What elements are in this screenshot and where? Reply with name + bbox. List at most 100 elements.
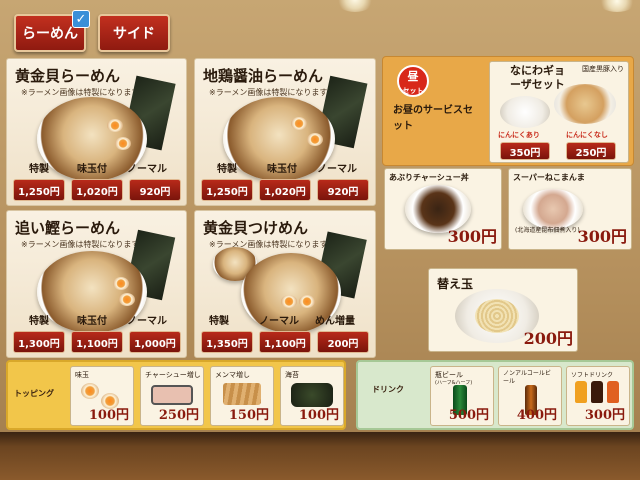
topping-card[interactable]: 味玉 100円 xyxy=(70,366,134,426)
lunch-badge-bottom: セット xyxy=(402,87,424,95)
side-card-chashu-don[interactable]: あぶりチャーシュー丼 300円 xyxy=(384,168,502,250)
egg-image xyxy=(81,383,99,399)
option-label: ノーマル xyxy=(127,316,167,327)
kaedama-card[interactable]: 替え玉 200円 xyxy=(428,268,578,352)
topping-name: メンマ増し xyxy=(215,371,250,379)
price-button[interactable]: 1,000円 xyxy=(129,331,181,353)
topping-price: 100円 xyxy=(298,408,339,423)
price-button[interactable]: 1,250円 xyxy=(201,179,253,201)
price-button[interactable]: 1,100円 xyxy=(259,331,311,353)
price-button[interactable]: 1,300円 xyxy=(13,331,65,353)
topping-price: 250円 xyxy=(158,408,199,423)
kaedama-name: 替え玉 xyxy=(437,277,474,291)
egg-image xyxy=(299,295,315,308)
menu-card-oigatsuo-ramen[interactable]: 追い鰹らーめん ※ラーメン画像は特製になります。 特製 味玉付 ノーマル 1,3… xyxy=(6,210,187,358)
topping-name: 海苔 xyxy=(285,371,299,379)
topping-price: 150円 xyxy=(228,408,269,423)
topping-card[interactable]: チャーシュー増し 250円 xyxy=(140,366,204,426)
option-label: 味玉付 xyxy=(77,316,107,327)
tab-ramen[interactable]: らーめん ✓ xyxy=(14,10,90,52)
tab-side[interactable]: サイド xyxy=(98,14,170,52)
egg-image xyxy=(281,295,297,308)
option-label: ノーマル xyxy=(127,164,167,175)
juice-image xyxy=(607,381,619,403)
price-button[interactable]: 250円 xyxy=(566,142,616,160)
price-button[interactable]: 1,350円 xyxy=(201,331,253,353)
option-label: 味玉付 xyxy=(77,164,107,175)
cola-image xyxy=(591,381,603,403)
drink-price: 300円 xyxy=(584,408,625,423)
gyoza-option: にんにくなし xyxy=(566,131,608,139)
egg-image xyxy=(113,277,129,290)
drink-card[interactable]: 瓶ビール (ハーフ&ハーフ) 500円 xyxy=(430,366,494,426)
topping-name: 味玉 xyxy=(75,371,89,379)
price-button[interactable]: 920円 xyxy=(129,179,181,201)
egg-image xyxy=(107,119,123,132)
side-sub: (北海道産昆布佃煮入り) xyxy=(515,227,580,234)
menu-title: 追い鰹らーめん xyxy=(15,219,121,237)
drink-price: 500円 xyxy=(448,408,489,423)
side-price: 300円 xyxy=(447,227,497,246)
gyoza-badge: 国産黒豚入り xyxy=(582,65,624,73)
menu-title: 黄金貝らーめん xyxy=(15,67,121,85)
gyoza-image xyxy=(554,84,616,124)
option-label: 特製 xyxy=(29,316,49,327)
price-button[interactable]: 1,100円 xyxy=(71,331,123,353)
topping-card[interactable]: 海苔 100円 xyxy=(280,366,344,426)
egg-image xyxy=(307,133,323,146)
noodle-image xyxy=(475,299,519,333)
lunch-badge: 昼 セット xyxy=(397,65,429,97)
kaedama-price: 200円 xyxy=(523,329,573,348)
menu-note: ※ラーメン画像は特製になります。 xyxy=(21,88,147,97)
tab-ramen-label: らーめん xyxy=(22,26,78,42)
menu-title: 地鶏醤油らーめん xyxy=(203,67,324,85)
gyoza-set-card[interactable]: なにわギョーザセット 国産黒豚入り にんにくあり にんにくなし 350円 250… xyxy=(489,61,629,163)
soft-drink-image xyxy=(575,381,587,403)
menma-image xyxy=(223,383,261,405)
price-button[interactable]: 1,020円 xyxy=(259,179,311,201)
menu-card-ogonkai-tsukemen[interactable]: 黄金貝つけめん ※ラーメン画像は特製になります。 特製 ノーマル めん増量 1,… xyxy=(194,210,376,358)
price-button[interactable]: 350円 xyxy=(500,142,550,160)
menu-note: ※ラーメン画像は特製になります。 xyxy=(21,240,147,249)
drink-card[interactable]: ソフトドリンク 300円 xyxy=(566,366,630,426)
side-price: 300円 xyxy=(577,227,627,246)
topping-name: チャーシュー増し xyxy=(145,371,201,379)
menu-card-jidori-shoyu-ramen[interactable]: 地鶏醤油らーめん ※ラーメン画像は特製になります。 特製 味玉付 ノーマル 1,… xyxy=(194,58,376,206)
option-label: 味玉付 xyxy=(267,164,297,175)
checkmark-icon: ✓ xyxy=(72,10,90,28)
light-glare xyxy=(335,0,375,12)
option-label: めん増量 xyxy=(315,316,355,327)
option-label: ノーマル xyxy=(259,316,299,327)
gyoza-option: にんにくあり xyxy=(498,131,540,139)
drink-price: 400円 xyxy=(516,408,557,423)
toppings-panel: トッピング 味玉 100円 チャーシュー増し 250円 メンマ増し 150円 海… xyxy=(6,360,346,430)
topping-price: 100円 xyxy=(88,408,129,423)
menu-card-ogonkai-ramen[interactable]: 黄金貝らーめん ※ラーメン画像は特製になります。 特製 味玉付 ノーマル 1,2… xyxy=(6,58,187,206)
price-button[interactable]: 1,020円 xyxy=(71,179,123,201)
price-button[interactable]: 1,250円 xyxy=(13,179,65,201)
lunch-badge-top: 昼 xyxy=(407,70,419,83)
price-button[interactable]: 920円 xyxy=(317,179,369,201)
lunch-text: お昼のサービスセット xyxy=(393,105,473,132)
drink-card[interactable]: ノンアルコールビール 400円 xyxy=(498,366,562,426)
option-label: 特製 xyxy=(29,164,49,175)
drinks-label: ドリンク xyxy=(372,385,404,394)
side-card-neko-manma[interactable]: スーパーねこまんま (北海道産昆布佃煮入り) 300円 xyxy=(508,168,632,250)
rice-image xyxy=(500,96,550,128)
option-label: ノーマル xyxy=(317,164,357,175)
topping-card[interactable]: メンマ増し 150円 xyxy=(210,366,274,426)
option-label: 特製 xyxy=(209,316,229,327)
price-button[interactable]: 200円 xyxy=(317,331,369,353)
chashu-image xyxy=(151,385,193,405)
gyoza-title: なにわギョーザセット xyxy=(510,64,565,91)
drinks-panel: ドリンク 瓶ビール (ハーフ&ハーフ) 500円 ノンアルコールビール 400円… xyxy=(356,360,634,430)
egg-image xyxy=(119,293,135,306)
egg-image xyxy=(115,137,131,150)
menu-title: 黄金貝つけめん xyxy=(203,219,309,237)
ticket-machine-screen: らーめん ✓ サイド 黄金貝らーめん ※ラーメン画像は特製になります。 特製 味… xyxy=(0,0,640,480)
lunch-set-panel: 昼 セット お昼のサービスセット なにわギョーザセット 国産黒豚入り にんにくあ… xyxy=(382,56,634,166)
option-label: 特製 xyxy=(217,164,237,175)
egg-image xyxy=(291,117,307,130)
tab-side-label: サイド xyxy=(113,26,155,42)
side-name: あぶりチャーシュー丼 xyxy=(389,173,469,182)
